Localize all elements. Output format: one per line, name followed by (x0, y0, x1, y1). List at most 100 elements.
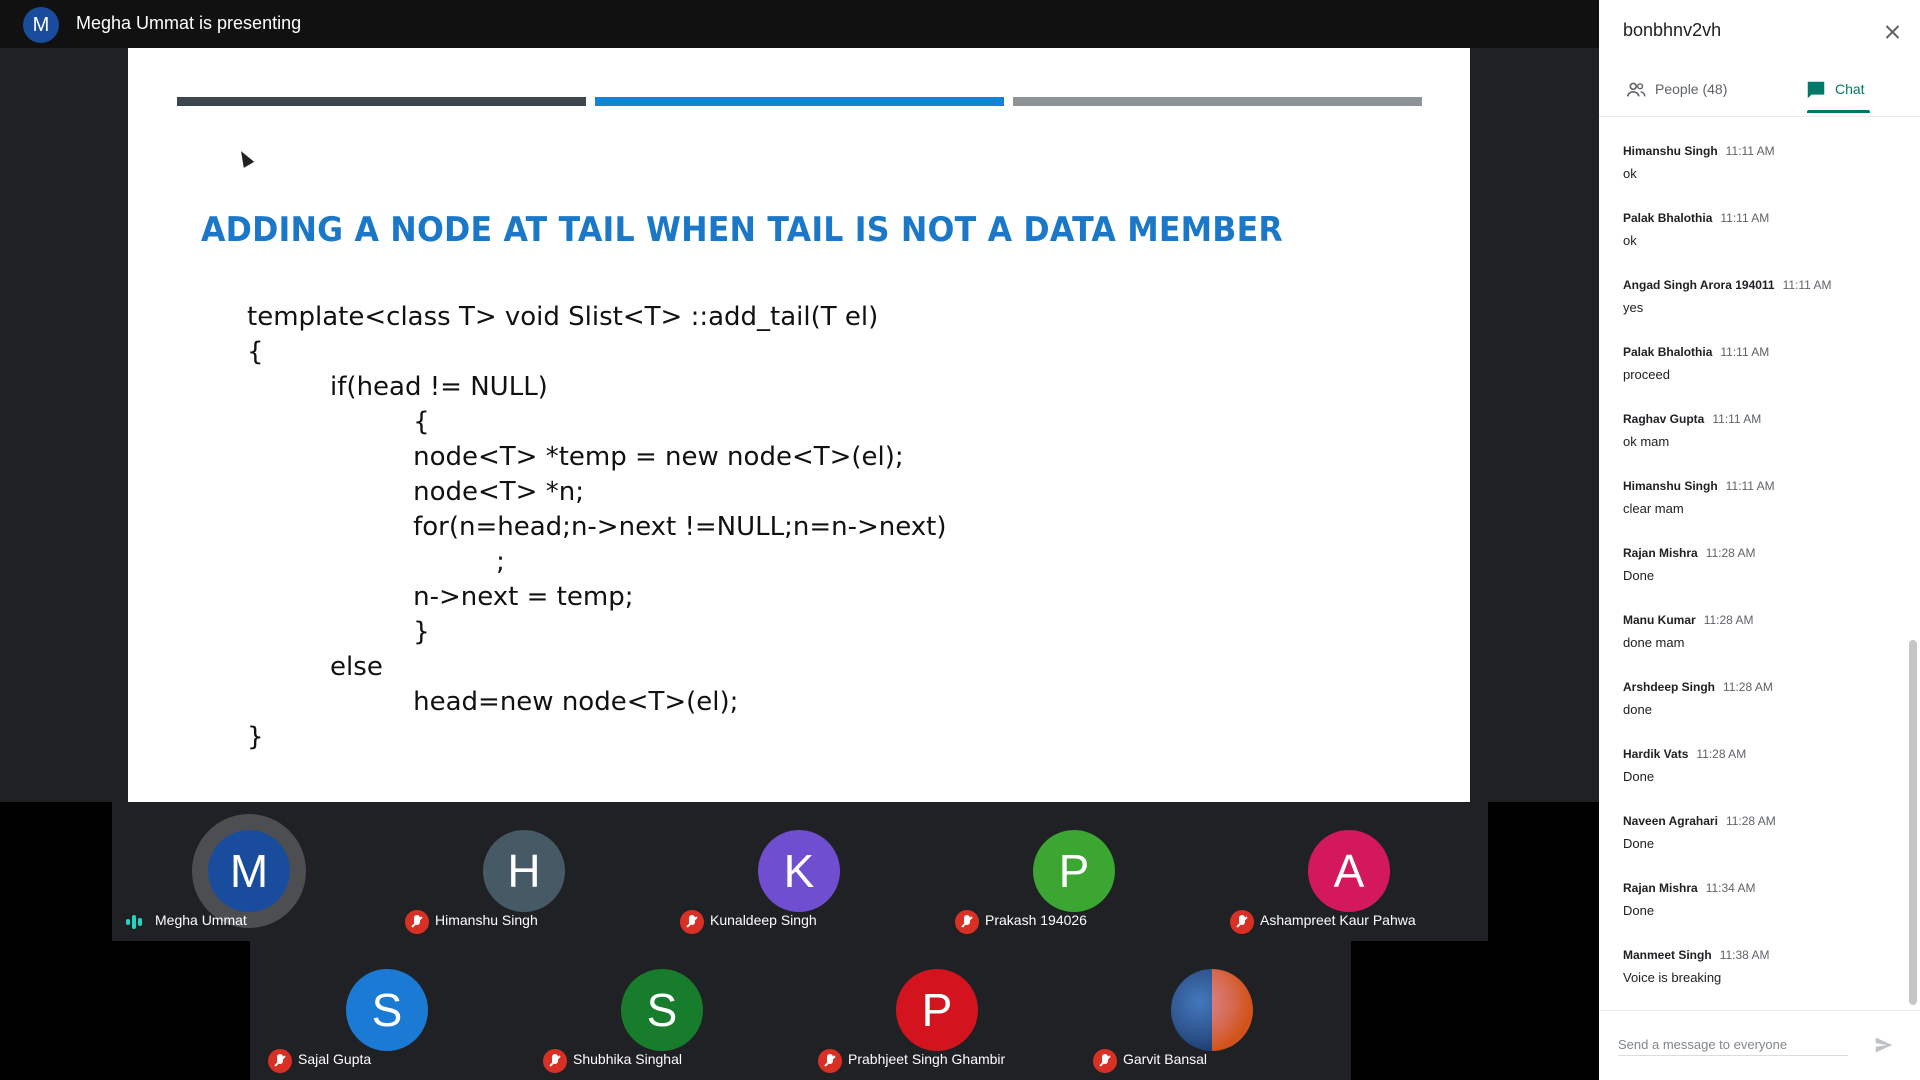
chat-message: Angad Singh Arora 194011 11:11 AM yes (1623, 276, 1893, 315)
close-panel-button[interactable] (1879, 18, 1907, 46)
slide-progress-bar-dark (177, 97, 586, 106)
participant-name: Prakash 194026 (985, 912, 1087, 928)
code-line: ; (397, 547, 505, 577)
participant-tile[interactable]: S Sajal Gupta (250, 941, 525, 1080)
code-line: for(n=head;n->next !=NULL;n=n->next) (347, 512, 947, 542)
chat-message-time: 11:11 AM (1712, 412, 1762, 426)
code-line: node<T> *temp = new node<T>(el); (347, 442, 904, 472)
mic-off-icon (680, 910, 704, 934)
chat-message-header: Manmeet Singh 11:38 AM (1623, 946, 1893, 964)
chat-message-time: 11:28 AM (1723, 680, 1773, 694)
chat-message: Manmeet Singh 11:38 AM Voice is breaking (1623, 946, 1893, 985)
chat-message-time: 11:28 AM (1703, 613, 1754, 627)
meeting-code: bonbhnv2vh (1623, 20, 1722, 40)
code-line: } (247, 722, 264, 752)
chat-message-header: Angad Singh Arora 194011 11:11 AM (1623, 276, 1893, 294)
stage-margin (1488, 802, 1599, 1080)
chat-message-time: 11:38 AM (1719, 948, 1770, 962)
chat-message: Palak Bhalothia 11:11 AM proceed (1623, 343, 1893, 382)
participant-tile[interactable]: H Himanshu Singh (387, 802, 662, 941)
chat-message-sender: Rajan Mishra (1623, 546, 1698, 560)
chat-message: Manu Kumar 11:28 AM done mam (1623, 611, 1893, 650)
chat-message-header: Rajan Mishra 11:34 AM (1623, 879, 1893, 897)
participant-tile[interactable]: M Megha Ummat (112, 802, 387, 941)
participant-name: Kunaldeep Singh (710, 912, 817, 928)
participant-tile[interactable]: A Ashampreet Kaur Pahwa (1212, 802, 1487, 941)
participant-avatar: A (1308, 830, 1390, 912)
participant-avatar: S (621, 969, 703, 1051)
participant-avatar: S (346, 969, 428, 1051)
mic-off-icon (268, 1049, 292, 1073)
tab-chat[interactable]: Chat (1805, 66, 1891, 114)
tab-people-label: People (48) (1655, 81, 1728, 97)
chat-message-header: Rajan Mishra 11:28 AM (1623, 544, 1893, 562)
code-line: head=new node<T>(el); (347, 687, 739, 717)
chat-message-sender: Angad Singh Arora 194011 (1623, 278, 1775, 292)
code-line: n->next = temp; (347, 582, 634, 612)
chat-scrollbar[interactable] (1909, 640, 1917, 1005)
participant-name: Garvit Bansal (1123, 1051, 1208, 1067)
chat-message-sender: Manu Kumar (1623, 613, 1696, 627)
chat-message-time: 11:28 AM (1725, 814, 1776, 828)
chat-message-text: Done (1623, 836, 1655, 851)
participant-avatar: P (896, 969, 978, 1051)
chat-message-sender: Himanshu Singh (1623, 144, 1718, 158)
tab-chat-label: Chat (1835, 81, 1865, 97)
chat-message: Arshdeep Singh 11:28 AM done (1623, 678, 1893, 717)
participant-tile[interactable]: P Prabhjeet Singh Ghambir (800, 941, 1075, 1080)
mic-off-icon (1093, 1049, 1117, 1073)
chat-message-time: 11:11 AM (1725, 144, 1775, 158)
people-icon (1626, 82, 1646, 97)
chat-message: Raghav Gupta 11:11 AM ok mam (1623, 410, 1893, 449)
chat-message-time: 11:11 AM (1720, 211, 1770, 225)
chat-message-list[interactable]: Himanshu Singh 11:11 AM ok Palak Bhalothia 1… (1599, 117, 1920, 1010)
chat-message-text: ok (1623, 166, 1637, 181)
participant-name: Prabhjeet Singh Ghambir (848, 1051, 1006, 1067)
chat-message-sender: Himanshu Singh (1623, 479, 1718, 493)
participant-tile[interactable]: P Prakash 194026 (937, 802, 1212, 941)
participant-tile[interactable]: Garvit Bansal (1075, 941, 1350, 1080)
code-line: if(head != NULL) (297, 372, 548, 402)
participant-avatar: H (483, 830, 565, 912)
chat-message-header: Manu Kumar 11:28 AM (1623, 611, 1893, 629)
code-line: } (347, 617, 430, 647)
speaking-indicator-icon (126, 914, 146, 930)
participant-tiles-row: S Sajal Gupta S Shubhika Singhal P Prabhjeet … (250, 941, 1351, 1080)
chat-message-text: Done (1623, 568, 1655, 583)
stage-margin (1351, 941, 1488, 1080)
chat-message-header: Arshdeep Singh 11:28 AM (1623, 678, 1893, 696)
chat-message-header: Himanshu Singh 11:11 AM (1623, 142, 1893, 160)
side-panel: bonbhnv2vh People (48) Chat Himanshu Sin… (1599, 0, 1920, 1080)
mic-off-icon (818, 1049, 842, 1073)
chat-message-header: Hardik Vats 11:28 AM (1623, 745, 1893, 763)
mouse-cursor-icon (235, 148, 255, 168)
chat-message-time: 11:11 AM (1782, 278, 1832, 292)
chat-message-text: clear mam (1623, 501, 1684, 516)
chat-message-text: yes (1623, 300, 1644, 315)
chat-message: Himanshu Singh 11:11 AM ok (1623, 142, 1893, 181)
code-line: { (247, 337, 264, 367)
chat-message-time: 11:28 AM (1696, 747, 1747, 761)
presenter-avatar: M (23, 7, 59, 43)
participant-avatar: P (1033, 830, 1115, 912)
chat-message-sender: Rajan Mishra (1623, 881, 1698, 895)
code-line: else (297, 652, 383, 682)
chat-message: Naveen Agrahari 11:28 AM Done (1623, 812, 1893, 851)
participant-tile[interactable]: S Shubhika Singhal (525, 941, 800, 1080)
code-line: node<T> *n; (347, 477, 584, 507)
chat-message-header: Palak Bhalothia 11:11 AM (1623, 209, 1893, 227)
participant-avatar (1171, 969, 1253, 1051)
participant-tile[interactable]: K Kunaldeep Singh (662, 802, 937, 941)
code-line: template<class T> void Slist<T> ::add_ta… (247, 302, 879, 332)
chat-message-sender: Palak Bhalothia (1623, 211, 1713, 225)
chat-message: Hardik Vats 11:28 AM Done (1623, 745, 1893, 784)
chat-message-sender: Arshdeep Singh (1623, 680, 1716, 694)
chat-message-input[interactable] (1618, 1034, 1848, 1056)
chat-message: Rajan Mishra 11:34 AM Done (1623, 879, 1893, 918)
chat-message-time: 11:28 AM (1705, 546, 1756, 560)
tab-people[interactable]: People (48) (1625, 66, 1775, 114)
stage-margin (112, 941, 250, 1080)
chat-message-sender: Raghav Gupta (1623, 412, 1705, 426)
composer-divider (1599, 1010, 1920, 1011)
send-button[interactable] (1873, 1034, 1895, 1056)
